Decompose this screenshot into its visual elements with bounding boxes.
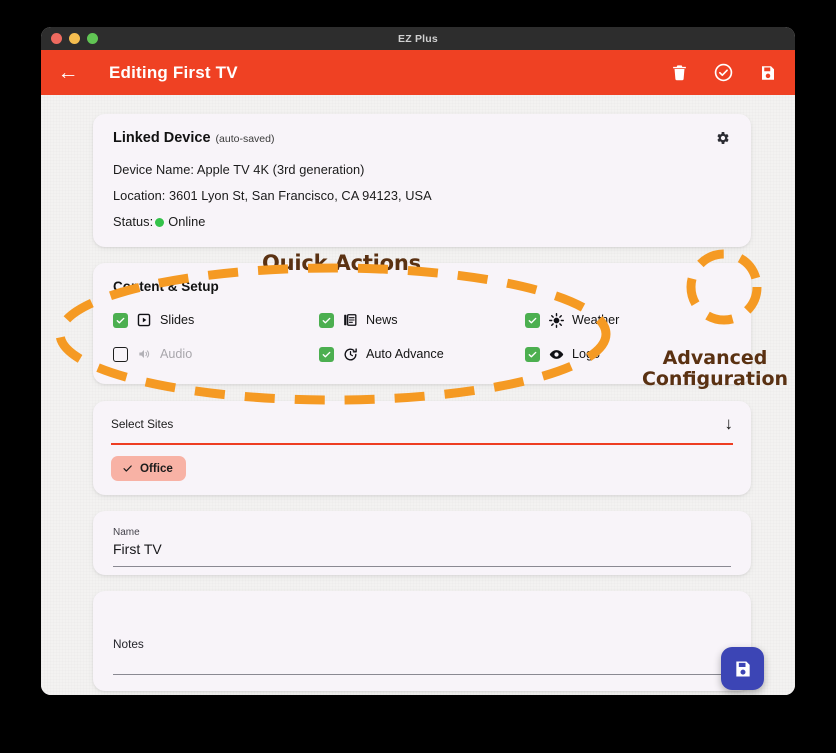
advanced-annotation-line-2: Configuration (641, 368, 789, 391)
delete-button[interactable] (671, 63, 688, 82)
save-fab-button[interactable] (721, 647, 764, 690)
device-location-line: Location: 3601 Lyon St, San Francisco, C… (113, 188, 432, 203)
trash-icon (673, 65, 686, 81)
select-sites-label: Select Sites (111, 416, 174, 431)
advanced-configuration-annotation-label: Advanced Configuration (635, 347, 795, 391)
save-disk-icon (735, 661, 750, 676)
quick-actions-annotation-label: Quick Actions (262, 251, 421, 275)
site-chip-office-label: Office (140, 461, 173, 475)
checkbox-news[interactable] (319, 312, 334, 328)
play-box-icon (136, 312, 152, 328)
gear-icon (717, 132, 729, 144)
option-news[interactable]: News (319, 312, 525, 328)
option-logo-label: Logo (572, 347, 601, 361)
option-weather-label: Weather (572, 313, 620, 327)
notes-field-card[interactable]: Notes (93, 590, 751, 691)
option-audio-label: Audio (160, 347, 193, 361)
linked-device-title: Linked Device (auto-saved) (113, 130, 274, 146)
notes-field-label: Notes (113, 636, 144, 651)
device-settings-button[interactable] (715, 130, 731, 151)
checkbox-slides[interactable] (113, 312, 128, 328)
timer-icon (342, 346, 358, 362)
content-setup-title: Content & Setup (113, 279, 219, 294)
name-input[interactable]: First TV (113, 541, 731, 557)
confirm-button[interactable] (714, 63, 733, 82)
save-button[interactable] (759, 64, 777, 82)
option-auto-advance[interactable]: Auto Advance (319, 346, 525, 362)
speaker-icon (136, 346, 152, 362)
linked-device-title-text: Linked Device (113, 130, 211, 146)
eye-icon (548, 346, 564, 362)
option-news-label: News (366, 313, 398, 327)
name-field-underline (113, 565, 731, 567)
device-status-value: Online (168, 214, 206, 229)
window-title: EZ Plus (398, 32, 438, 45)
page-body: Linked Device (auto-saved) Device Name: A… (41, 95, 795, 695)
checkbox-audio[interactable] (113, 346, 128, 362)
checkbox-logo[interactable] (525, 346, 540, 362)
app-header-actions (671, 63, 777, 82)
advanced-annotation-line-1: Advanced (662, 347, 768, 369)
page-title: Editing First TV (109, 62, 238, 82)
device-name-line: Device Name: Apple TV 4K (3rd generation… (113, 162, 365, 177)
linked-device-header: Linked Device (auto-saved) (113, 130, 731, 151)
option-auto-advance-label: Auto Advance (366, 347, 444, 361)
select-sites-underline (111, 443, 733, 445)
status-online-dot-icon (155, 218, 165, 227)
window-titlebar: EZ Plus (41, 27, 795, 50)
select-sites-card: Select Sites ↓ Office (93, 401, 751, 495)
checkbox-weather[interactable] (525, 312, 540, 328)
linked-device-card: Linked Device (auto-saved) Device Name: A… (93, 114, 751, 247)
name-field-label: Name (113, 526, 140, 538)
name-field-card[interactable]: Name First TV (93, 510, 751, 575)
news-icon (342, 312, 358, 328)
notes-field-underline (113, 673, 731, 675)
option-weather[interactable]: Weather (525, 312, 731, 328)
save-disk-icon (762, 65, 774, 80)
option-slides-label: Slides (160, 313, 195, 327)
back-arrow-icon[interactable]: ← (55, 62, 81, 83)
site-chip-office[interactable]: Office (111, 455, 186, 481)
device-status-line: Status: Online (113, 214, 731, 229)
sun-icon (548, 312, 564, 328)
device-status-label: Status: (113, 214, 154, 229)
option-audio[interactable]: Audio (113, 346, 319, 362)
check-icon (123, 464, 132, 472)
option-slides[interactable]: Slides (113, 312, 319, 328)
check-circle-icon (714, 63, 733, 82)
select-sites-row[interactable]: Select Sites ↓ (111, 415, 733, 432)
checkbox-auto-advance[interactable] (319, 346, 334, 362)
app-header-bar: ← Editing First TV (41, 50, 795, 95)
linked-device-autosaved-label: (auto-saved) (215, 133, 275, 145)
arrow-down-icon[interactable]: ↓ (725, 415, 734, 432)
